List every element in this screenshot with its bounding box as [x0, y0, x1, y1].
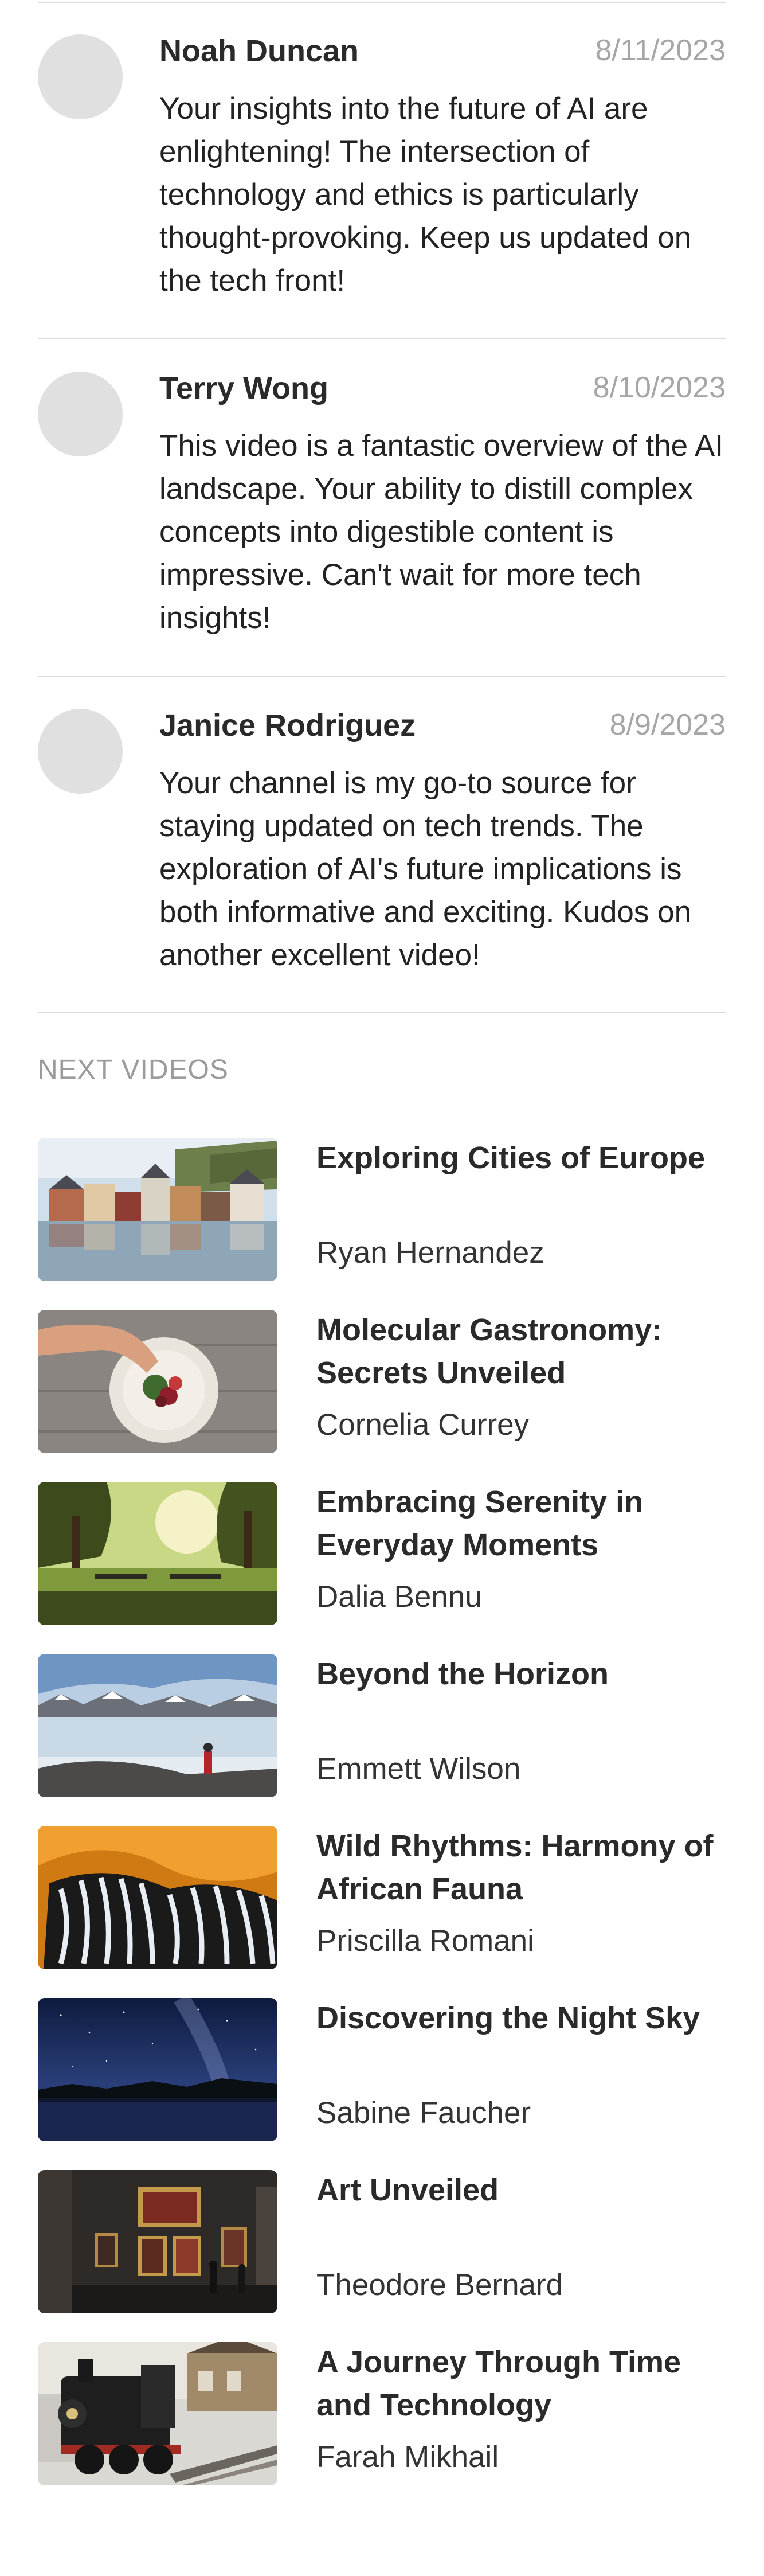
next-video-item[interactable]: A Journey Through Time and Technology Fa…	[0, 2342, 764, 2485]
video-title[interactable]: Discovering the Night Sky	[316, 1997, 729, 2040]
next-video-item[interactable]: Embracing Serenity in Everyday Moments D…	[0, 1482, 764, 1625]
avatar[interactable]	[38, 372, 123, 456]
european-river-town-thumbnail[interactable]	[38, 1138, 277, 1281]
next-video-item[interactable]: Beyond the Horizon Emmett Wilson	[0, 1654, 764, 1797]
next-video-item[interactable]: Discovering the Night Sky Sabine Faucher	[0, 1998, 764, 2141]
arctic-landscape-thumbnail[interactable]	[38, 1654, 277, 1797]
comment-date: 8/9/2023	[609, 708, 726, 741]
next-video-item[interactable]: Wild Rhythms: Harmony of African Fauna P…	[0, 1826, 764, 1969]
video-author[interactable]: Ryan Hernandez	[316, 1235, 544, 1270]
video-page: Noah Duncan 8/11/2023 Your insights into…	[0, 0, 764, 2576]
zebras-thumbnail[interactable]	[38, 1826, 277, 1969]
next-video-item[interactable]: Exploring Cities of Europe Ryan Hernande…	[0, 1138, 764, 1281]
video-title[interactable]: Embracing Serenity in Everyday Moments	[316, 1481, 729, 1567]
divider	[38, 1012, 726, 1013]
video-title[interactable]: Wild Rhythms: Harmony of African Fauna	[316, 1825, 729, 1911]
video-author[interactable]: Farah Mikhail	[316, 2440, 499, 2474]
plated-dish-thumbnail[interactable]	[38, 1310, 277, 1453]
comment-author[interactable]: Noah Duncan	[159, 33, 359, 69]
video-title[interactable]: Exploring Cities of Europe	[316, 1137, 729, 1180]
comment-author[interactable]: Terry Wong	[159, 370, 328, 406]
art-gallery-thumbnail[interactable]	[38, 2170, 277, 2313]
next-video-item[interactable]: Molecular Gastronomy: Secrets Unveiled C…	[0, 1310, 764, 1453]
video-author[interactable]: Cornelia Currey	[316, 1407, 529, 1442]
comment-text: Your channel is my go-to source for stay…	[159, 766, 692, 972]
comment-text: Your insights into the future of AI are …	[159, 92, 692, 298]
comment-item: Janice Rodriguez 8/9/2023 Your channel i…	[0, 674, 764, 1007]
next-videos-heading: NEXT VIDEOS	[38, 1055, 229, 1085]
comment-item: Noah Duncan 8/11/2023 Your insights into…	[0, 0, 764, 333]
video-author[interactable]: Priscilla Romani	[316, 1923, 534, 1958]
video-author[interactable]: Dalia Bennu	[316, 1579, 482, 1614]
steam-locomotive-thumbnail[interactable]	[38, 2342, 277, 2485]
video-title[interactable]: Molecular Gastronomy: Secrets Unveiled	[316, 1309, 729, 1395]
video-author[interactable]: Sabine Faucher	[316, 2095, 531, 2130]
park-trees-thumbnail[interactable]	[38, 1482, 277, 1625]
video-title[interactable]: A Journey Through Time and Technology	[316, 2341, 729, 2427]
next-video-item[interactable]: Art Unveiled Theodore Bernard	[0, 2170, 764, 2313]
comment-item: Terry Wong 8/10/2023 This video is a fan…	[0, 337, 764, 670]
video-title[interactable]: Art Unveiled	[316, 2169, 729, 2212]
comment-date: 8/10/2023	[593, 371, 726, 404]
avatar[interactable]	[38, 709, 123, 794]
comment-text: This video is a fantastic overview of th…	[159, 429, 723, 635]
video-title[interactable]: Beyond the Horizon	[316, 1653, 729, 1696]
avatar[interactable]	[38, 34, 123, 119]
video-author[interactable]: Theodore Bernard	[316, 2267, 563, 2302]
comment-date: 8/11/2023	[595, 34, 726, 67]
video-author[interactable]: Emmett Wilson	[316, 1751, 520, 1786]
night-sky-lake-thumbnail[interactable]	[38, 1998, 277, 2141]
comment-author[interactable]: Janice Rodriguez	[159, 708, 416, 743]
